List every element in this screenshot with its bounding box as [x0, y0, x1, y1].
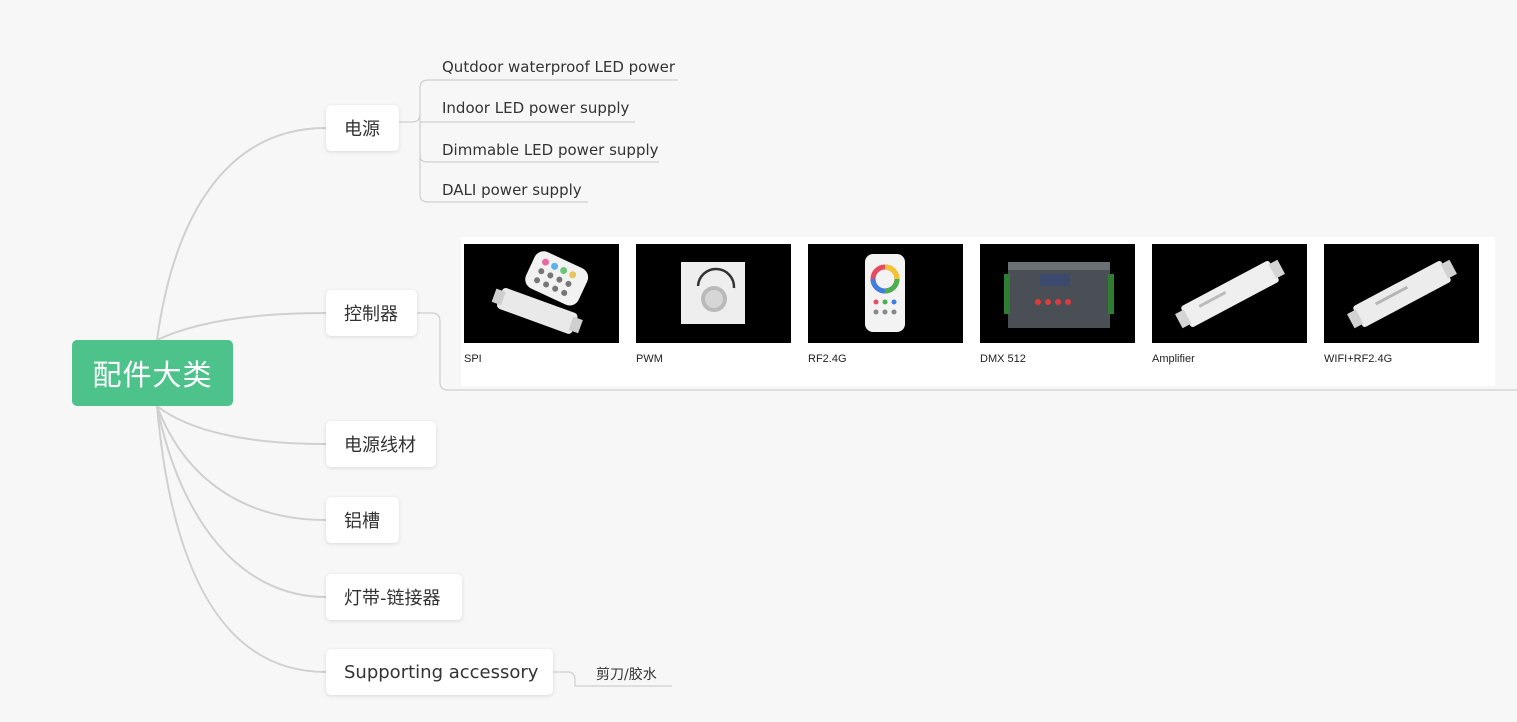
branch-label: 电源线材	[344, 435, 416, 456]
branch-label: Supporting accessory	[344, 661, 539, 683]
mind-map-canvas: 配件大类 电源 控制器 电源线材 铝槽 灯带-链接器 Supporting ac…	[0, 0, 1517, 722]
amplifier-image	[1152, 244, 1307, 343]
branch-controller[interactable]: 控制器	[326, 290, 417, 336]
connector-root-accessory	[156, 405, 327, 673]
gallery-card-spi[interactable]: SPI	[464, 244, 619, 365]
branch-supporting-accessory[interactable]: Supporting accessory	[326, 649, 553, 695]
branch-power-cable[interactable]: 电源线材	[326, 421, 436, 467]
gallery-label: SPI	[464, 353, 482, 365]
gallery-label: PWM	[636, 353, 663, 365]
gallery-label: WIFI+RF2.4G	[1324, 353, 1393, 365]
root-node[interactable]: 配件大类	[72, 340, 233, 406]
rf-remote-controller-image	[464, 244, 619, 343]
connector-root-power	[156, 127, 327, 341]
color-wheel-remote-image	[808, 244, 963, 343]
gallery-label: Amplifier	[1152, 353, 1195, 365]
rotary-dimmer-image	[636, 244, 791, 343]
gallery-label: RF2.4G	[808, 353, 847, 365]
controller-gallery: SPI PWM RF2.4G DMX 512 Amplifier WIFI+RF…	[461, 237, 1495, 386]
root-label: 配件大类	[92, 358, 213, 392]
branch-label: 控制器	[344, 304, 398, 325]
power-item-dali[interactable]: DALI power supply	[442, 181, 582, 199]
branch-label: 灯带-链接器	[344, 588, 441, 609]
connector-root-aluminum	[156, 405, 327, 521]
gallery-card-wifi-rf24g[interactable]: WIFI+RF2.4G	[1324, 244, 1479, 365]
branch-strip-connector[interactable]: 灯带-链接器	[326, 574, 462, 620]
gallery-card-dmx512[interactable]: DMX 512	[980, 244, 1135, 365]
accessory-item-scissors-glue[interactable]: 剪刀/胶水	[596, 664, 657, 684]
gallery-card-rf24g[interactable]: RF2.4G	[808, 244, 963, 365]
gallery-label: DMX 512	[980, 353, 1026, 365]
gallery-card-pwm[interactable]: PWM	[636, 244, 791, 365]
power-item-dimmable[interactable]: Dimmable LED power supply	[442, 141, 659, 159]
connector-root-strip-connector	[156, 405, 327, 598]
connector-root-controller	[156, 312, 327, 341]
branch-power-supply[interactable]: 电源	[326, 105, 399, 151]
branch-label: 电源	[344, 119, 380, 140]
gallery-card-amplifier[interactable]: Amplifier	[1152, 244, 1307, 365]
power-item-indoor[interactable]: Indoor LED power supply	[442, 99, 629, 117]
connector-root-cable	[156, 405, 327, 445]
wifi-controller-image	[1324, 244, 1479, 343]
power-item-outdoor[interactable]: Qutdoor waterproof LED power	[442, 58, 675, 76]
branch-label: 铝槽	[344, 511, 380, 532]
dmx-controller-image	[980, 244, 1135, 343]
branch-aluminum-channel[interactable]: 铝槽	[326, 497, 399, 543]
